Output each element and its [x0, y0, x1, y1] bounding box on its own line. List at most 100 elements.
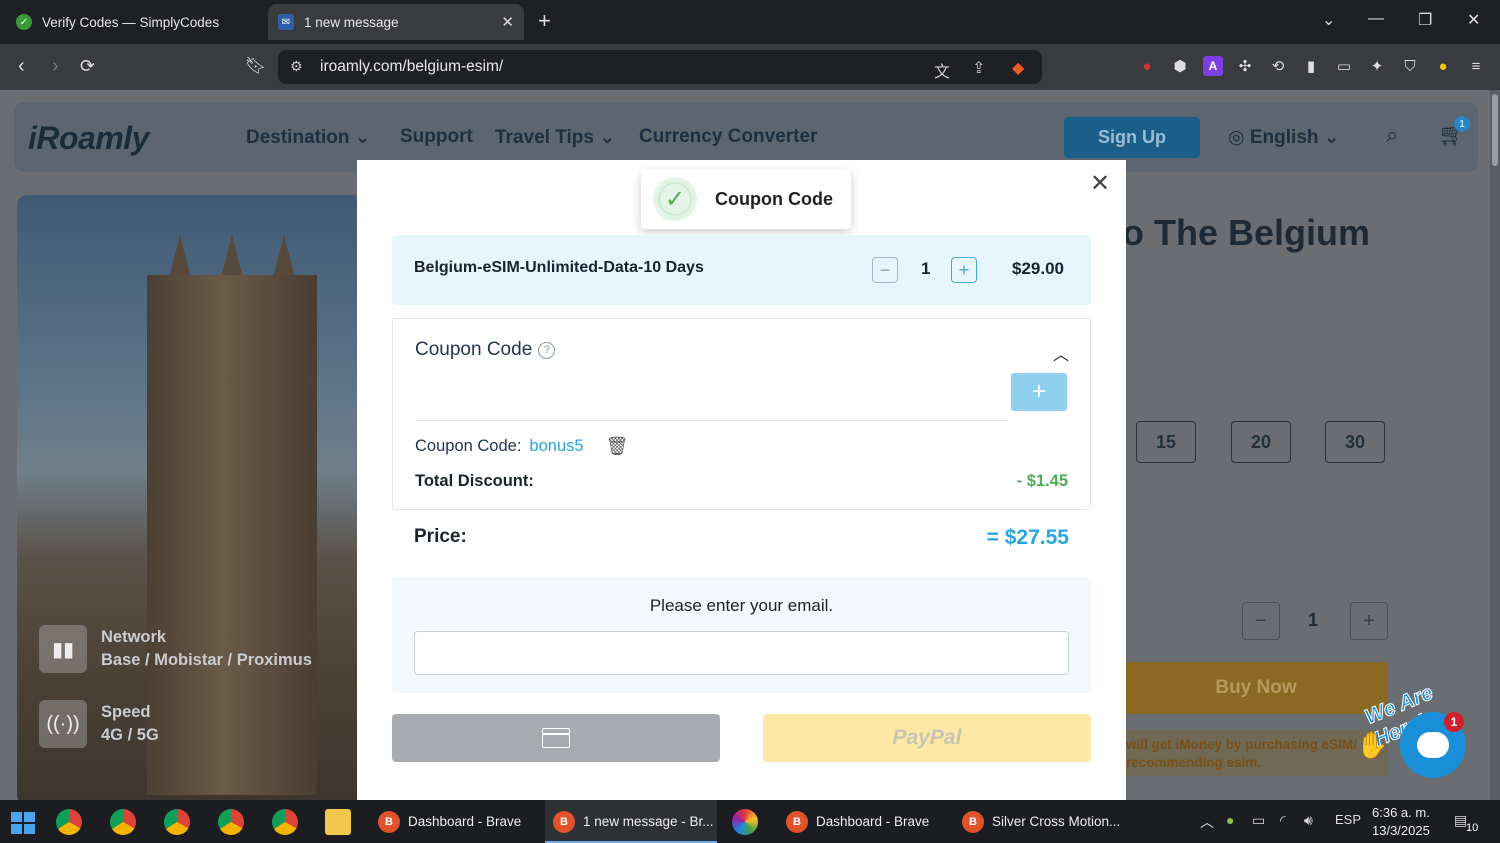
quantity-minus-button[interactable]: −	[872, 257, 898, 283]
browser-tab[interactable]: ✓ Verify Codes — SimplyCodes	[6, 4, 264, 40]
day-option-20[interactable]: 20	[1231, 421, 1291, 463]
spec-network: ▮▮ Network Base / Mobistar / Proximus	[39, 625, 312, 673]
window-close-icon[interactable]: ✕	[1467, 10, 1480, 30]
tab-title: 1 new message	[304, 14, 399, 30]
site-info-icon[interactable]: ⚙	[290, 58, 303, 75]
buy-now-button[interactable]: Buy Now	[1124, 662, 1388, 714]
bookmark-icon[interactable]: 🔖︎	[245, 55, 267, 77]
trash-icon[interactable]: 🗑︎	[606, 436, 629, 457]
wifi-broadcast-icon: ((·))	[39, 700, 87, 748]
applied-coupon-code: bonus5	[529, 437, 584, 455]
price-value: = $27.55	[986, 526, 1069, 549]
network-icon[interactable]: ◜	[1280, 812, 1285, 829]
address-bar[interactable]: ⚙ iroamly.com/belgium-esim/ 文 ⇪ ◆	[278, 50, 1042, 84]
url-text[interactable]: iroamly.com/belgium-esim/	[320, 58, 503, 76]
day-option-30[interactable]: 30	[1325, 421, 1385, 463]
restore-icon[interactable]: ❐	[1418, 10, 1432, 30]
quantity-plus-button[interactable]: +	[951, 257, 977, 283]
language-indicator[interactable]: ESP	[1335, 812, 1361, 827]
nav-support[interactable]: Support	[400, 126, 473, 148]
credit-card-icon	[542, 728, 570, 748]
sign-up-button[interactable]: Sign Up	[1064, 117, 1200, 158]
site-logo[interactable]: iRoamly	[28, 120, 149, 157]
price-label: Price:	[414, 526, 467, 547]
chat-bubble-icon	[1417, 732, 1449, 758]
scrollbar-thumb[interactable]	[1492, 94, 1498, 166]
wallet-icon[interactable]: ▭	[1334, 56, 1354, 76]
taskbar-app[interactable]: B Dashboard - Brave	[370, 800, 540, 843]
success-check-icon: ✓	[653, 177, 697, 221]
nav-travel-tips[interactable]: Travel Tips ⌄	[495, 126, 615, 149]
chrome-profile-icon[interactable]	[272, 809, 298, 835]
day-option-15[interactable]: 15	[1136, 421, 1196, 463]
browser-tab-bar: ✓ Verify Codes — SimplyCodes ✉ 1 new mes…	[0, 0, 1500, 44]
browser-tab-active[interactable]: ✉ 1 new message ✕	[268, 4, 524, 40]
chevron-up-icon[interactable]: ︿	[1053, 341, 1069, 365]
qty-value: 1	[1308, 610, 1319, 630]
search-icon[interactable]: ⌕	[1386, 122, 1398, 148]
coupon-input[interactable]	[415, 371, 1007, 421]
applied-coupon-label: Coupon Code:	[415, 437, 522, 455]
clock[interactable]: 6:36 a. m. 13/3/2025	[1372, 804, 1430, 840]
taskbar-app[interactable]: B Dashboard - Brave	[778, 800, 948, 843]
tab-search-icon[interactable]: ⌄	[1322, 10, 1335, 30]
extension-puzzle-gray-icon[interactable]: ⬢	[1170, 56, 1190, 76]
windows-start-icon[interactable]	[11, 812, 35, 834]
rewards-icon[interactable]: ●	[1433, 56, 1453, 76]
leo-icon[interactable]: ⟲	[1268, 56, 1288, 76]
email-label: Please enter your email.	[649, 596, 834, 615]
new-tab-button[interactable]: +	[538, 10, 551, 32]
chrome-profile-icon[interactable]	[218, 809, 244, 835]
imoney-note: will get iMoney by purchasing eSIM/ reco…	[1124, 730, 1388, 776]
waving-hand-icon: ✋	[1356, 730, 1389, 760]
vpn-icon[interactable]: ⛉	[1400, 56, 1420, 76]
product-name: Belgium-eSIM-Unlimited-Data-10 Days	[414, 259, 704, 276]
reload-icon[interactable]: ⟳	[80, 55, 95, 77]
close-tab-icon[interactable]: ✕	[501, 13, 514, 31]
qty-plus-button[interactable]: +	[1350, 602, 1388, 640]
chrome-icon[interactable]	[56, 809, 82, 835]
taskbar-app[interactable]: B Silver Cross Motion...	[954, 800, 1129, 843]
extension-a-icon[interactable]: A	[1203, 56, 1223, 76]
menu-icon[interactable]: ≡	[1466, 56, 1486, 76]
help-icon[interactable]: ?	[538, 341, 556, 359]
volume-icon[interactable]: 🔊︎	[1304, 812, 1313, 829]
paypal-button[interactable]: PayPal	[763, 714, 1091, 762]
quantity-value: 1	[921, 259, 931, 278]
battery-icon[interactable]: ▭	[1252, 812, 1265, 829]
chrome-profile-icon[interactable]	[110, 809, 136, 835]
brave-icon: B	[553, 810, 575, 833]
nav-currency-converter[interactable]: Currency Converter	[639, 126, 817, 148]
language-selector[interactable]: ◎ English ⌄	[1228, 126, 1340, 149]
email-field[interactable]	[414, 631, 1069, 675]
taskbar-app-active[interactable]: B1 new message - Br...	[545, 800, 717, 843]
minimize-icon[interactable]: —	[1368, 10, 1384, 28]
tab-title: Verify Codes — SimplyCodes	[42, 14, 220, 30]
coupon-heading[interactable]: Coupon Code?	[415, 339, 556, 361]
sidebar-icon[interactable]: ▮	[1301, 56, 1321, 76]
translate-icon[interactable]: 文	[934, 58, 950, 82]
extensions-icon[interactable]: ✣	[1235, 56, 1255, 76]
file-explorer-icon[interactable]	[325, 809, 351, 835]
spec-title: Speed	[101, 703, 151, 721]
chat-badge: 1	[1444, 712, 1464, 732]
email-section: Please enter your email.	[392, 577, 1091, 693]
forward-icon[interactable]: ›	[52, 55, 59, 77]
back-icon[interactable]: ‹	[18, 55, 25, 77]
extension-icon[interactable]: ●	[1137, 56, 1157, 76]
share-icon[interactable]: ⇪	[972, 58, 985, 78]
chrome-profile-icon[interactable]	[164, 809, 190, 835]
spec-title: Network	[101, 628, 167, 646]
add-coupon-button[interactable]: +	[1011, 373, 1067, 411]
card-payment-button[interactable]	[392, 714, 720, 762]
brave-shields-icon[interactable]: ◆	[1012, 58, 1024, 78]
tray-overflow-icon[interactable]: ︿	[1200, 812, 1214, 832]
colorful-app-icon[interactable]	[732, 809, 758, 835]
tray-app-icon[interactable]: ●	[1226, 812, 1234, 828]
ai-icon[interactable]: ✦	[1367, 56, 1387, 76]
nav-destination[interactable]: Destination ⌄	[246, 126, 371, 149]
close-icon[interactable]: ✕	[1090, 172, 1110, 196]
tower-image	[147, 275, 317, 795]
page-scrollbar[interactable]	[1490, 90, 1500, 800]
qty-minus-button[interactable]: −	[1242, 602, 1280, 640]
